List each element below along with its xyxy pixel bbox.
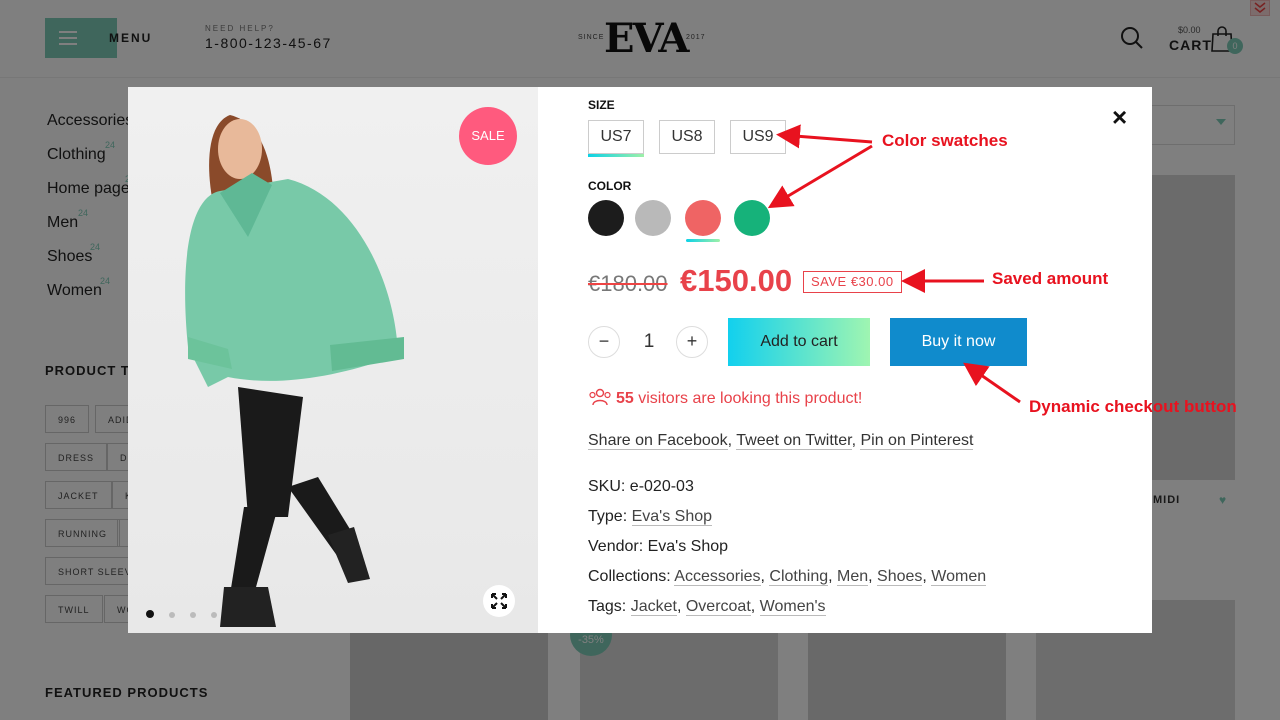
annotation-color-swatches: Color swatches bbox=[882, 131, 1008, 150]
annotation-arrows bbox=[767, 124, 1021, 404]
annotation-arrow bbox=[767, 144, 873, 209]
annotation-saved-amount: Saved amount bbox=[992, 269, 1109, 288]
annotation-arrow bbox=[776, 124, 873, 149]
annotation-arrow bbox=[963, 362, 1021, 404]
annotation-dynamic-checkout: Dynamic checkout button bbox=[1029, 397, 1237, 416]
